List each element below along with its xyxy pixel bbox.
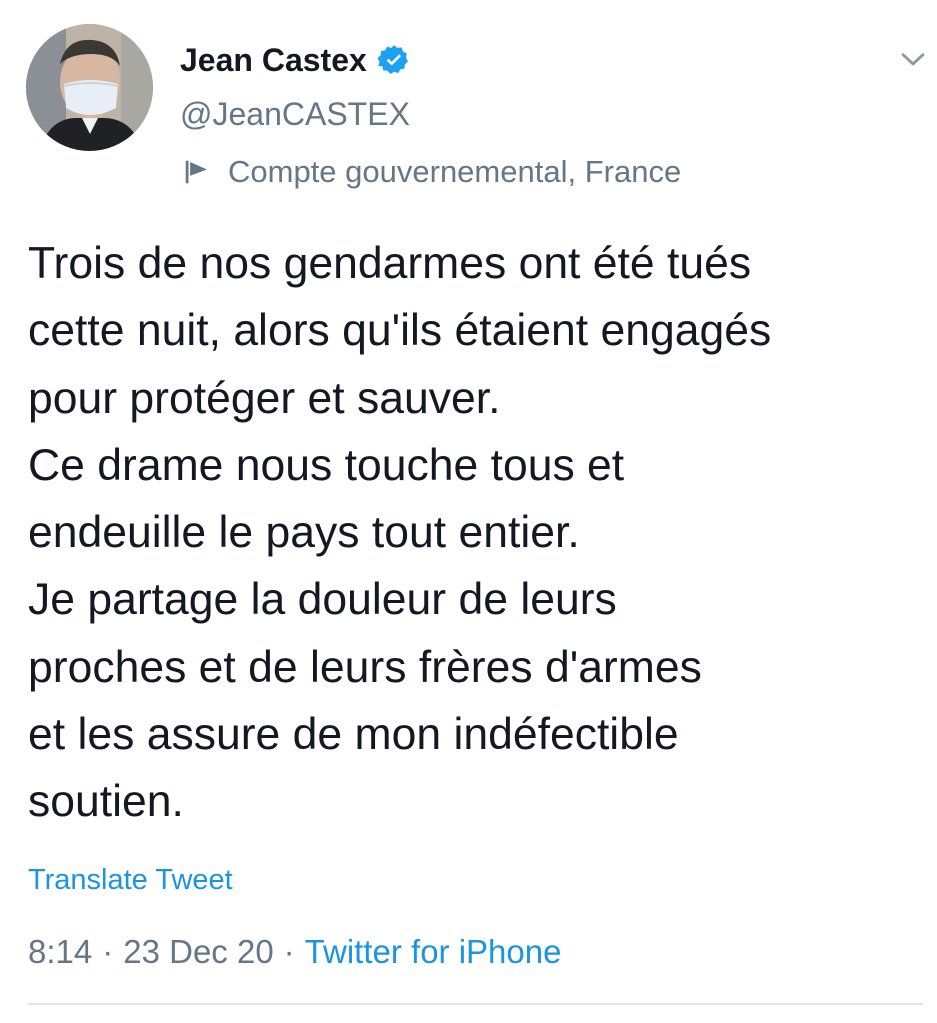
divider: [28, 1003, 923, 1005]
translate-tweet-link[interactable]: Translate Tweet: [28, 864, 233, 897]
account-label-row: Compte gouvernemental, France: [182, 150, 681, 194]
government-account-label: Compte gouvernemental, France: [228, 154, 682, 189]
tweet-text-line: Trois de nos gendarmes ont été tués: [28, 239, 752, 288]
tweet-source-link[interactable]: Twitter for iPhone: [305, 933, 562, 971]
tweet-text: Trois de nos gendarmes ont été tués cett…: [28, 230, 928, 836]
tweet-text-line: pour protéger et sauver.: [28, 373, 501, 423]
chevron-down-icon[interactable]: [896, 42, 930, 76]
tweet-time[interactable]: 8:14: [28, 933, 92, 971]
tweet-text-line: Je partage la douleur de leurs: [28, 575, 617, 625]
author-avatar[interactable]: [26, 24, 153, 151]
tweet-text-line: soutien.: [28, 777, 184, 827]
verified-badge-icon: [377, 43, 411, 77]
tweet-date[interactable]: 23 Dec 20: [123, 933, 273, 971]
author-handle[interactable]: @JeanCASTEX: [180, 96, 410, 133]
meta-separator: ·: [102, 933, 114, 970]
tweet-text-line: et les assure de mon indéfectible: [28, 710, 679, 760]
tweet-card: Jean Castex @JeanCASTEX Compte gouvernem…: [0, 0, 937, 1023]
tweet-text-line: proches et de leurs frères d'armes: [28, 642, 702, 692]
author-name-row: Jean Castex: [180, 38, 411, 82]
flag-icon: [182, 157, 212, 187]
meta-separator: ·: [283, 933, 295, 970]
author-display-name[interactable]: Jean Castex: [180, 42, 367, 79]
tweet-text-line: cette nuit, alors qu'ils étaient engagés: [28, 306, 772, 356]
tweet-text-line: Ce drame nous touche tous et: [28, 440, 625, 490]
tweet-text-line: endeuille le pays tout entier.: [28, 508, 580, 558]
tweet-metadata: 8:14 · 23 Dec 20 · Twitter for iPhone: [28, 926, 561, 978]
avatar-photo-icon: [26, 24, 153, 151]
